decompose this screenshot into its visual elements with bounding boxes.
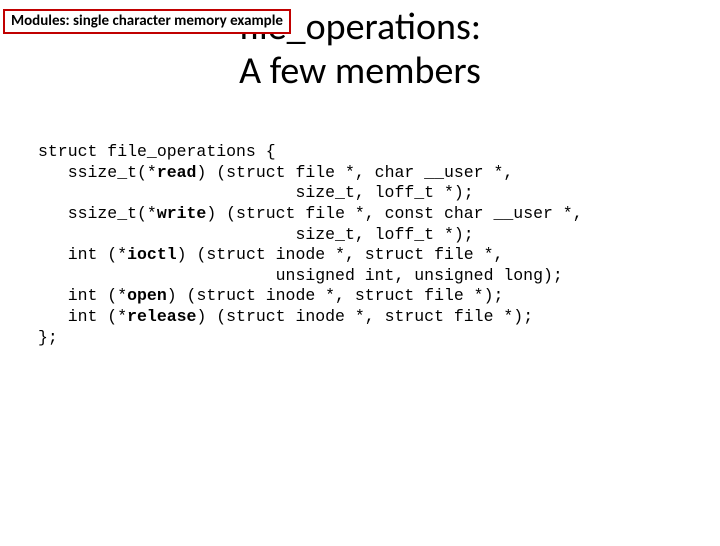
code-line: ssize_t(* <box>38 163 157 182</box>
code-line: size_t, loff_t *); <box>38 183 474 202</box>
code-line: ) (struct file *, char __user *, <box>196 163 513 182</box>
code-keyword-release: release <box>127 307 196 326</box>
code-line: size_t, loff_t *); <box>38 225 474 244</box>
code-line: ) (struct inode *, struct file *, <box>177 245 504 264</box>
code-line: ) (struct inode *, struct file *); <box>196 307 533 326</box>
code-line: int (* <box>38 286 127 305</box>
code-line: struct file_operations { <box>38 142 276 161</box>
module-tag: Modules: single character memory example <box>3 9 291 34</box>
code-block: struct file_operations { ssize_t(*read) … <box>38 121 720 348</box>
code-line: }; <box>38 328 58 347</box>
code-keyword-write: write <box>157 204 207 223</box>
code-line: int (* <box>38 245 127 264</box>
code-line: ) (struct inode *, struct file *); <box>167 286 504 305</box>
code-line: ssize_t(* <box>38 204 157 223</box>
code-line: unsigned int, unsigned long); <box>38 266 563 285</box>
code-line: int (* <box>38 307 127 326</box>
code-keyword-read: read <box>157 163 197 182</box>
code-keyword-open: open <box>127 286 167 305</box>
code-line: ) (struct file *, const char __user *, <box>206 204 582 223</box>
code-keyword-ioctl: ioctl <box>127 245 177 264</box>
title-line-2: A few members <box>239 48 481 94</box>
